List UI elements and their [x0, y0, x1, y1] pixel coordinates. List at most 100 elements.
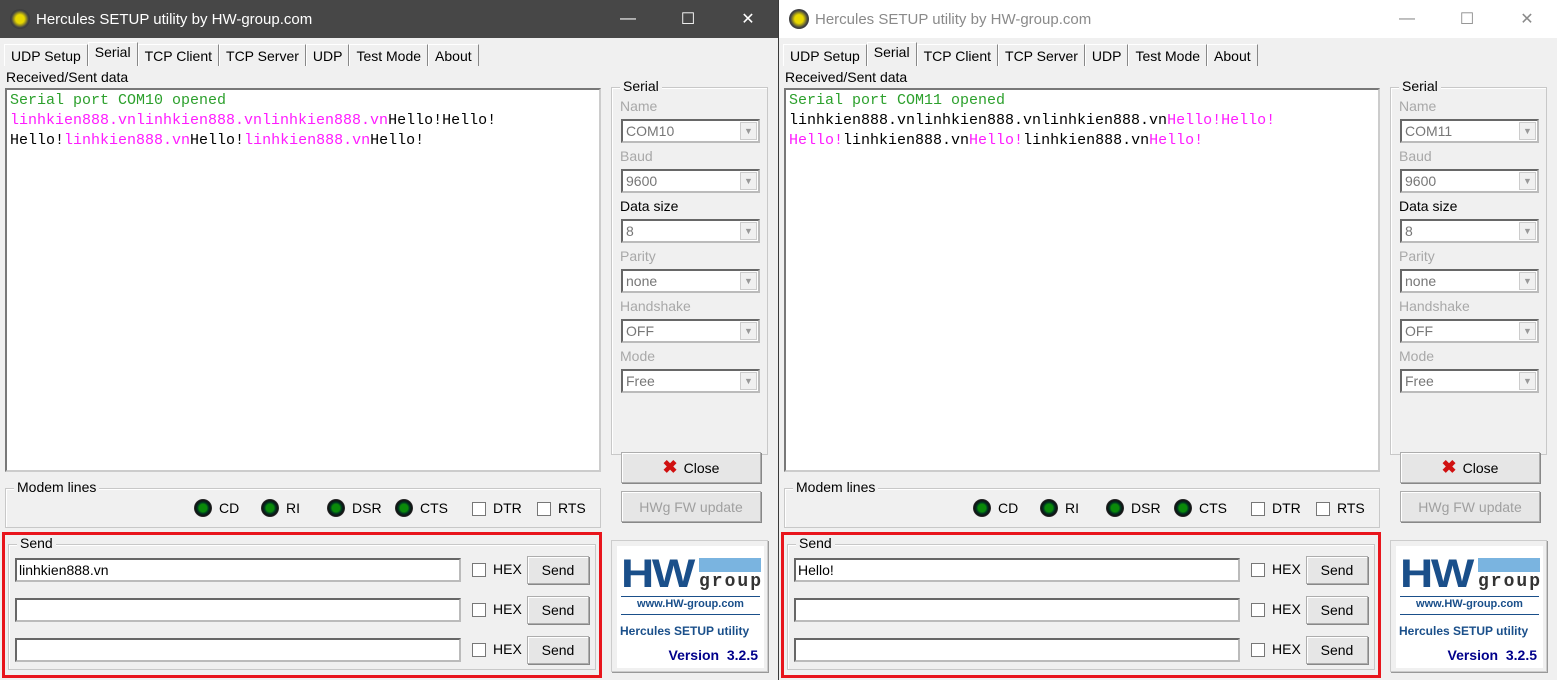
chevron-down-icon[interactable]: ▼ [1519, 322, 1536, 340]
send-button[interactable]: Send [527, 556, 589, 584]
logo-group: group [1478, 572, 1543, 592]
close-port-button[interactable]: ✖ Close [621, 452, 761, 483]
chevron-down-icon[interactable]: ▼ [1519, 222, 1536, 240]
hw-group-logo[interactable]: HW group www.HW-group.com Hercules SETUP ut… [1390, 540, 1547, 672]
baud-select[interactable]: 9600 ▼ [1400, 169, 1539, 193]
handshake-select[interactable]: OFF ▼ [1400, 319, 1539, 343]
hex-checkbox[interactable] [1251, 643, 1265, 657]
selected-value: 8 [1405, 223, 1413, 239]
hw-group-logo[interactable]: HW group www.HW-group.com Hercules SETUP ut… [611, 540, 768, 672]
chevron-down-icon[interactable]: ▼ [740, 172, 757, 190]
mode-label: Mode [1399, 348, 1435, 364]
tab-test-mode[interactable]: Test Mode [1128, 44, 1208, 66]
minimize-button[interactable]: — [598, 0, 658, 38]
data-segment-sent: Hello! [789, 132, 844, 149]
chevron-down-icon[interactable]: ▼ [1519, 172, 1536, 190]
modem-lines-title: Modem lines [793, 479, 879, 495]
tab-udp[interactable]: UDP [1084, 44, 1129, 66]
mode-select[interactable]: Free ▼ [1400, 369, 1539, 393]
send-button[interactable]: Send [1306, 596, 1368, 624]
dtr-checkbox[interactable] [1251, 502, 1265, 516]
hex-checkbox[interactable] [472, 643, 486, 657]
data-segment-received: linhkien888.vn [843, 132, 970, 149]
chevron-down-icon[interactable]: ▼ [740, 372, 757, 390]
rts-checkbox[interactable] [537, 502, 551, 516]
maximize-button[interactable]: ☐ [1437, 0, 1497, 38]
tab-tcp-server[interactable]: TCP Server [998, 44, 1085, 66]
close-window-button[interactable]: ✕ [718, 0, 778, 38]
received-sent-data[interactable]: Serial port COM10 opened linhkien888.vnli… [5, 88, 601, 472]
send-input[interactable] [15, 638, 461, 662]
parity-select[interactable]: none ▼ [1400, 269, 1539, 293]
title-bar[interactable]: Hercules SETUP utility by HW-group.com — ☐… [0, 0, 778, 38]
tab-tcp-server[interactable]: TCP Server [219, 44, 306, 66]
maximize-button[interactable]: ☐ [658, 0, 718, 38]
tab-tcp-client[interactable]: TCP Client [137, 44, 220, 66]
title-bar[interactable]: Hercules SETUP utility by HW-group.com — ☐… [779, 0, 1557, 38]
mode-select[interactable]: Free ▼ [621, 369, 760, 393]
send-input[interactable] [794, 638, 1240, 662]
send-button[interactable]: Send [1306, 636, 1368, 664]
send-input[interactable] [794, 598, 1240, 622]
tab-serial[interactable]: Serial [866, 42, 917, 66]
name-label: Name [1399, 98, 1437, 114]
chevron-down-icon[interactable]: ▼ [740, 322, 757, 340]
selected-value: Free [626, 373, 655, 389]
selected-value: none [626, 273, 658, 289]
hwg-fw-update-button[interactable]: HWg FW update [1400, 491, 1540, 522]
data-line: Hello!linhkien888.vnHello!linhkien888.vn… [789, 131, 1375, 151]
hex-checkbox[interactable] [1251, 563, 1265, 577]
send-button[interactable]: Send [1306, 556, 1368, 584]
send-input[interactable]: Hello! [794, 558, 1240, 582]
led-dsr-label: DSR [1131, 500, 1161, 516]
data-size-label: Data size [620, 198, 679, 214]
send-button[interactable]: Send [527, 636, 589, 664]
hex-checkbox[interactable] [1251, 603, 1265, 617]
send-input[interactable]: linhkien888.vn [15, 558, 461, 582]
close-port-button[interactable]: ✖ Close [1400, 452, 1540, 483]
led-cts-icon [1174, 499, 1192, 517]
name-select[interactable]: COM10 ▼ [621, 119, 760, 143]
received-sent-data[interactable]: Serial port COM11 opened linhkien888.vnli… [784, 88, 1380, 472]
dtr-checkbox[interactable] [472, 502, 486, 516]
tab-udp-setup[interactable]: UDP Setup [4, 44, 88, 66]
selected-value: OFF [626, 323, 654, 339]
close-window-button[interactable]: ✕ [1497, 0, 1557, 38]
logo-brand: HW [621, 552, 695, 596]
tab-serial[interactable]: Serial [87, 42, 138, 66]
minimize-button[interactable]: — [1377, 0, 1437, 38]
send-input[interactable] [15, 598, 461, 622]
data-size-select[interactable]: 8 ▼ [1400, 219, 1539, 243]
led-ri-label: RI [1065, 500, 1079, 516]
name-select[interactable]: COM11 ▼ [1400, 119, 1539, 143]
tab-bar: UDP Setup Serial TCP Client TCP Server UDP Te… [783, 42, 1258, 66]
serial-group-title: Serial [1399, 78, 1441, 94]
hex-checkbox[interactable] [472, 603, 486, 617]
tab-udp-setup[interactable]: UDP Setup [783, 44, 867, 66]
chevron-down-icon[interactable]: ▼ [1519, 122, 1536, 140]
tab-tcp-client[interactable]: TCP Client [916, 44, 999, 66]
hex-checkbox[interactable] [472, 563, 486, 577]
tab-udp[interactable]: UDP [305, 44, 350, 66]
send-button[interactable]: Send [527, 596, 589, 624]
chevron-down-icon[interactable]: ▼ [740, 122, 757, 140]
handshake-select[interactable]: OFF ▼ [621, 319, 760, 343]
data-segment-sent: linhkien888.vn [64, 132, 191, 149]
tab-test-mode[interactable]: Test Mode [349, 44, 429, 66]
hercules-window: Hercules SETUP utility by HW-group.com — ☐… [779, 0, 1557, 680]
data-line: linhkien888.vnlinhkien888.vnlinhkien888.… [789, 111, 1375, 131]
chevron-down-icon[interactable]: ▼ [1519, 372, 1536, 390]
chevron-down-icon[interactable]: ▼ [740, 222, 757, 240]
chevron-down-icon[interactable]: ▼ [1519, 272, 1536, 290]
led-cts-label: CTS [420, 500, 448, 516]
tab-about[interactable]: About [1207, 44, 1258, 66]
hex-label: HEX [1272, 561, 1301, 577]
hwg-fw-update-button[interactable]: HWg FW update [621, 491, 761, 522]
chevron-down-icon[interactable]: ▼ [740, 272, 757, 290]
data-size-select[interactable]: 8 ▼ [621, 219, 760, 243]
baud-select[interactable]: 9600 ▼ [621, 169, 760, 193]
data-segment-received: Hello! [370, 132, 425, 149]
tab-about[interactable]: About [428, 44, 479, 66]
rts-checkbox[interactable] [1316, 502, 1330, 516]
parity-select[interactable]: none ▼ [621, 269, 760, 293]
